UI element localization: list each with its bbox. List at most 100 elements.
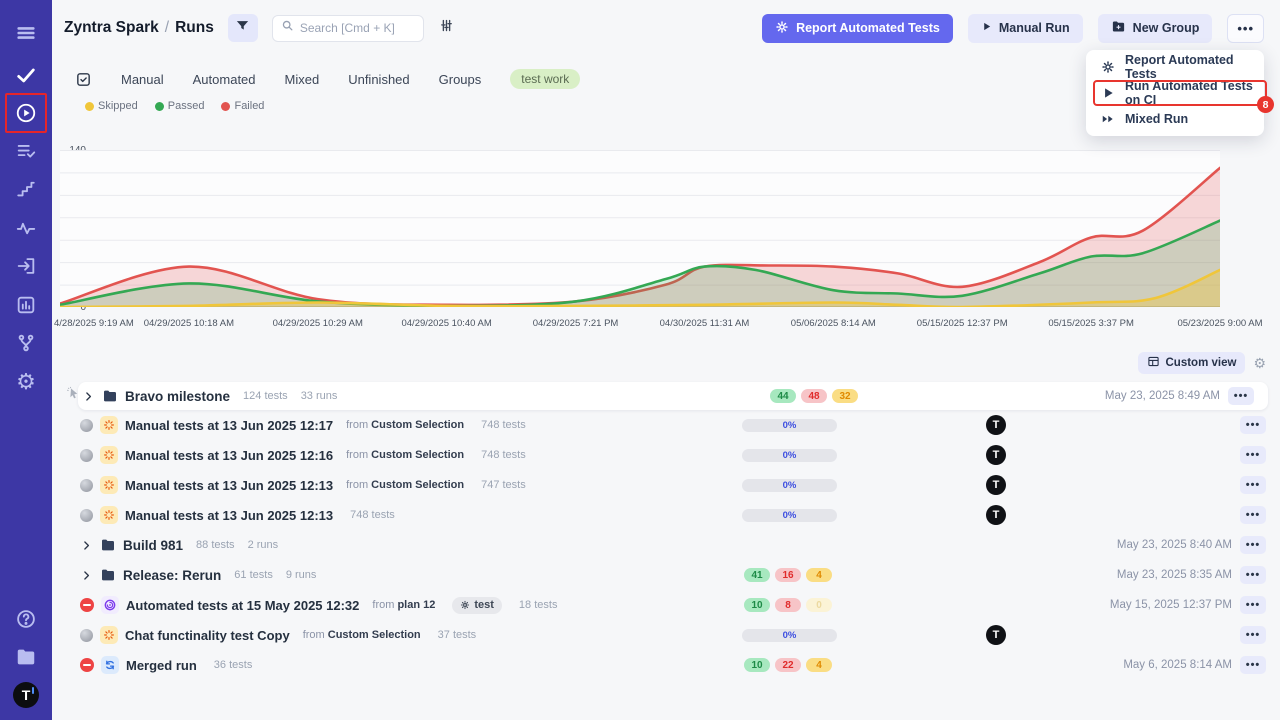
tab-manual[interactable]: Manual (121, 72, 164, 87)
tab-unfinished[interactable]: Unfinished (348, 72, 409, 87)
row-title[interactable]: Manual tests at 13 Jun 2025 12:16 (125, 448, 333, 463)
row-tests-count: 37 tests (438, 629, 477, 641)
row-more-button[interactable]: ••• (1240, 656, 1266, 674)
legend-dot (221, 102, 230, 111)
search-input[interactable] (300, 21, 410, 35)
milestones-stairs-icon (15, 178, 37, 200)
manual-run-button[interactable]: Manual Run (968, 14, 1083, 43)
row-title[interactable]: Build 981 (123, 538, 183, 553)
sidebar-item-plans-list[interactable] (0, 132, 52, 170)
row-title[interactable]: Chat functinality test Copy (125, 628, 290, 643)
row-more-button[interactable]: ••• (1240, 506, 1266, 524)
tab-automated[interactable]: Automated (193, 72, 256, 87)
sidebar-item-runs-play[interactable] (0, 94, 52, 132)
row-more-button[interactable]: ••• (1240, 566, 1266, 584)
sidebar-item-pulse[interactable] (0, 209, 52, 247)
row-tests-count: 748 tests (481, 419, 526, 431)
row-meta: 88 tests (196, 539, 235, 551)
sidebar-item-branches[interactable] (0, 324, 52, 362)
row-source: from Custom Selection (346, 449, 464, 461)
more-actions-button[interactable]: ••• (1227, 14, 1264, 43)
run-row[interactable]: Manual tests at 13 Jun 2025 12:17from Cu… (52, 410, 1280, 440)
x-tick-label: 04/29/2025 10:29 AM (258, 318, 378, 329)
sidebar-item-tests-check[interactable] (0, 56, 52, 94)
run-row[interactable]: Manual tests at 13 Jun 2025 12:13748 tes… (52, 500, 1280, 530)
assignee-avatar[interactable]: T (986, 505, 1006, 525)
assignee-avatar[interactable]: T (986, 445, 1006, 465)
tab-groups[interactable]: Groups (439, 72, 482, 87)
select-checkbox-icon[interactable] (75, 71, 92, 88)
assignee-avatar[interactable]: T (986, 475, 1006, 495)
run-row[interactable]: Manual tests at 13 Jun 2025 12:13from Cu… (52, 470, 1280, 500)
report-automated-tests-button[interactable]: Report Automated Tests (762, 14, 953, 43)
new-group-button[interactable]: New Group (1098, 14, 1213, 43)
menu-item-mixed-run[interactable]: Mixed Run (1086, 106, 1264, 132)
table-view-icon (1147, 355, 1160, 371)
badge-red: 22 (775, 658, 801, 672)
double-play-icon (1101, 112, 1115, 126)
projects-folder-icon (15, 646, 37, 668)
sidebar-item-projects-folder[interactable] (0, 638, 52, 676)
assignee-avatar[interactable]: T (986, 415, 1006, 435)
row-date: May 6, 2025 8:14 AM (1123, 659, 1232, 671)
run-row[interactable]: Automated tests at 15 May 2025 12:32 from… (52, 590, 1280, 620)
search-settings-button[interactable] (436, 17, 458, 39)
row-tag-badge[interactable]: test (452, 597, 502, 614)
badge-green: 10 (744, 658, 770, 672)
in-progress-icon (100, 506, 118, 524)
filter-tag-badge[interactable]: test work (510, 69, 580, 89)
badge-yellow-muted: 0 (806, 598, 832, 612)
tab-mixed[interactable]: Mixed (285, 72, 320, 87)
custom-view-button[interactable]: Custom view (1138, 352, 1246, 374)
row-more-button[interactable]: ••• (1240, 596, 1266, 614)
row-title[interactable]: Automated tests at 15 May 2025 12:32 (126, 598, 359, 613)
run-row[interactable]: Chat functinality test Copyfrom Custom S… (52, 620, 1280, 650)
merged-run-icon (101, 656, 119, 674)
expand-chevron-icon[interactable] (80, 569, 93, 582)
sidebar-item-help[interactable] (0, 600, 52, 638)
sidebar-item-menu[interactable] (0, 14, 52, 52)
row-more-button[interactable]: ••• (1240, 446, 1266, 464)
legend-item-skipped[interactable]: Skipped (85, 100, 138, 112)
in-progress-icon (100, 416, 118, 434)
sidebar-item-profile-avatar[interactable]: T (0, 676, 52, 714)
row-title[interactable]: Merged run (126, 658, 197, 673)
menu-item-run-automated-tests-on-ci[interactable]: Run Automated Tests on CI8 (1086, 80, 1264, 106)
result-badges: 1080 (744, 598, 832, 612)
run-row[interactable]: Manual tests at 13 Jun 2025 12:16 from Cu… (52, 440, 1280, 470)
row-title[interactable]: Release: Rerun (123, 568, 221, 583)
breadcrumb-project[interactable]: Zyntra Spark (64, 19, 159, 36)
row-more-button[interactable]: ••• (1240, 416, 1266, 434)
legend-item-passed[interactable]: Passed (155, 100, 205, 112)
sidebar-item-settings-gear[interactable]: ⚙ (0, 363, 52, 401)
row-title[interactable]: Manual tests at 13 Jun 2025 12:17 (125, 418, 333, 433)
group-row[interactable]: Release: Rerun61 tests9 runs41164May 23,… (52, 560, 1280, 590)
runs-play-icon (15, 102, 37, 124)
filter-button[interactable] (228, 14, 258, 42)
group-row[interactable]: Bravo milestone124 tests33 runs444832May… (78, 382, 1268, 410)
breadcrumb-page: Runs (175, 19, 214, 36)
view-toolbar: Custom view ⚙ (1138, 352, 1267, 374)
progress-bar: 0% (742, 419, 837, 432)
menu-item-report-automated-tests[interactable]: Report Automated Tests (1086, 54, 1264, 80)
sidebar-item-import[interactable] (0, 247, 52, 285)
run-row[interactable]: Merged run36 tests10224May 6, 2025 8:14 … (52, 650, 1280, 680)
row-source: from plan 12 (372, 599, 435, 611)
row-title[interactable]: Manual tests at 13 Jun 2025 12:13 (125, 478, 333, 493)
row-more-button[interactable]: ••• (1240, 626, 1266, 644)
sidebar-item-milestones-stairs[interactable] (0, 170, 52, 208)
row-title[interactable]: Bravo milestone (125, 389, 230, 404)
legend-item-failed[interactable]: Failed (221, 100, 264, 112)
assignee-avatar[interactable]: T (986, 625, 1006, 645)
row-more-button[interactable]: ••• (1240, 536, 1266, 554)
search-box[interactable] (272, 15, 424, 42)
view-settings-gear-icon[interactable]: ⚙ (1253, 355, 1266, 372)
sidebar-item-analytics[interactable] (0, 286, 52, 324)
row-more-button[interactable]: ••• (1240, 476, 1266, 494)
row-title[interactable]: Manual tests at 13 Jun 2025 12:13 (125, 508, 333, 523)
expand-chevron-icon[interactable] (82, 390, 95, 403)
row-more-button[interactable]: ••• (1228, 387, 1254, 405)
group-row[interactable]: Build 98188 tests2 runsMay 23, 2025 8:40… (52, 530, 1280, 560)
globe-icon (80, 629, 93, 642)
expand-chevron-icon[interactable] (80, 539, 93, 552)
